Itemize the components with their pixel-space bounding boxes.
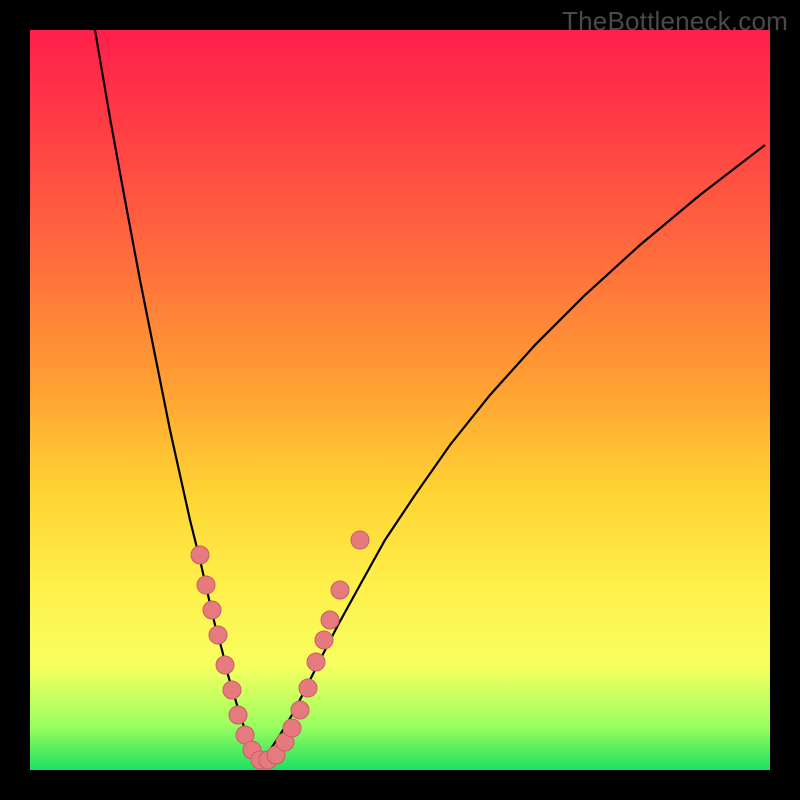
data-marker bbox=[216, 656, 234, 674]
data-marker bbox=[315, 631, 333, 649]
data-marker bbox=[299, 679, 317, 697]
data-marker bbox=[351, 531, 369, 549]
data-marker bbox=[197, 576, 215, 594]
data-marker bbox=[191, 546, 209, 564]
data-marker bbox=[321, 611, 339, 629]
data-marker bbox=[307, 653, 325, 671]
chart-frame: TheBottleneck.com bbox=[0, 0, 800, 800]
data-marker bbox=[223, 681, 241, 699]
data-marker bbox=[229, 706, 247, 724]
data-marker bbox=[209, 626, 227, 644]
data-marker bbox=[203, 601, 221, 619]
data-marker bbox=[291, 701, 309, 719]
data-marker bbox=[283, 719, 301, 737]
curve-right bbox=[260, 145, 765, 760]
plot-area bbox=[30, 30, 770, 770]
data-marker bbox=[331, 581, 349, 599]
curve-left bbox=[95, 30, 260, 760]
curve-svg bbox=[30, 30, 770, 770]
